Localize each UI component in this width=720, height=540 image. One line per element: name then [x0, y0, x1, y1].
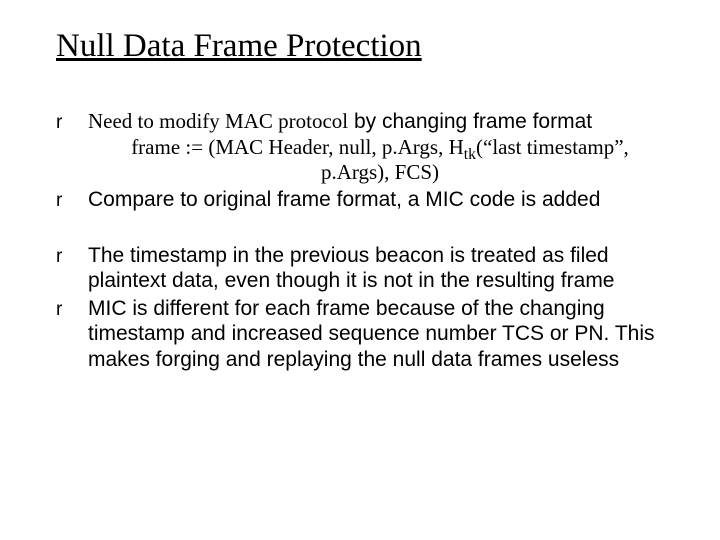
- bullet-marker: r: [56, 243, 88, 294]
- bullet-marker: r: [56, 296, 88, 373]
- slide-title: Null Data Frame Protection: [56, 28, 672, 65]
- bullet-text: MIC is different for each frame because …: [88, 296, 672, 373]
- bullet-marker: r: [56, 187, 88, 213]
- bullet-text: The timestamp in the previous beacon is …: [88, 243, 672, 294]
- list-item: r MIC is different for each frame becaus…: [56, 296, 672, 373]
- bullet-group-1: r Need to modify MAC protocol by changin…: [56, 109, 672, 213]
- frame-def-post: (“last timestamp”,: [476, 135, 629, 159]
- bullet-text: Compare to original frame format, a MIC …: [88, 187, 672, 213]
- frame-def-line2: p.Args), FCS): [321, 160, 439, 184]
- list-item: r Need to modify MAC protocol by changin…: [56, 109, 672, 185]
- list-item: r Compare to original frame format, a MI…: [56, 187, 672, 213]
- bullet-marker: r: [56, 109, 88, 185]
- frame-definition: frame := (MAC Header, null, p.Args, Htk(…: [88, 135, 672, 185]
- bullet-text: Need to modify MAC protocol by changing …: [88, 109, 672, 185]
- bullet-text-sans: by changing frame format: [354, 110, 592, 133]
- frame-def-sub: tk: [464, 146, 476, 163]
- frame-def-pre: frame := (MAC Header, null, p.Args, H: [131, 135, 464, 159]
- list-item: r The timestamp in the previous beacon i…: [56, 243, 672, 294]
- bullet-group-2: r The timestamp in the previous beacon i…: [56, 243, 672, 373]
- bullet-text-serif: Need to modify MAC protocol: [88, 109, 348, 133]
